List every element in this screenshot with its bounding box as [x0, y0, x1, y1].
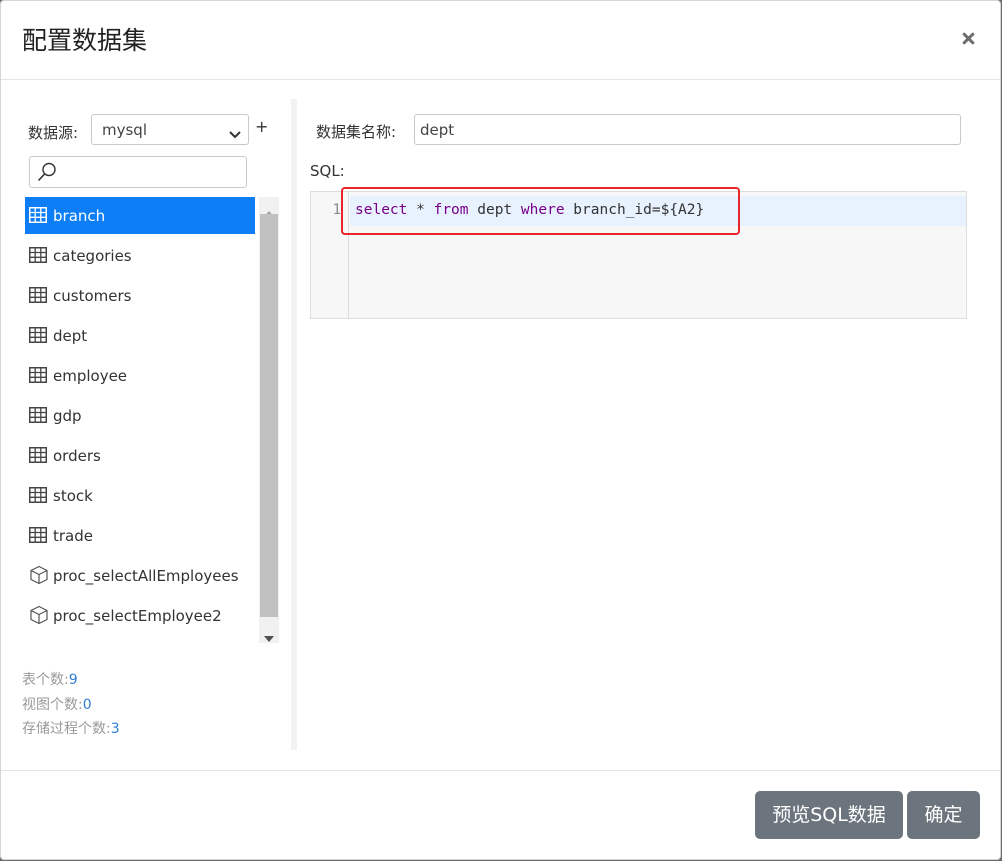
table-icon [29, 287, 47, 307]
tree-item-label: dept [53, 327, 88, 345]
table-icon [29, 447, 47, 467]
scroll-down-icon[interactable] [264, 627, 274, 646]
tree-item-label: proc_selectEmployee2 [53, 607, 222, 625]
datasource-label: 数据源: [28, 124, 79, 142]
table-icon [29, 367, 47, 387]
tree-item-trade[interactable]: trade [25, 517, 255, 554]
tree-item-label: branch [53, 207, 106, 225]
table-icon [29, 327, 47, 347]
dialog-header: 配置数据集 [1, 1, 1000, 80]
sql-label: SQL: [310, 162, 345, 180]
proc-count-value: 3 [110, 721, 120, 737]
tree-item-orders[interactable]: orders [25, 437, 255, 474]
tree-item-label: employee [53, 367, 128, 385]
tree-item-dept[interactable]: dept [25, 317, 255, 354]
tree-item-label: gdp [53, 407, 82, 425]
add-datasource-button[interactable]: + [255, 117, 268, 136]
table-count-row: 表个数:9 [22, 668, 120, 693]
panel-divider [291, 99, 297, 750]
tree-item-stock[interactable]: stock [25, 477, 255, 514]
datasource-stats: 表个数:9 视图个数:0 存储过程个数:3 [22, 668, 120, 742]
table-search-input[interactable] [29, 156, 247, 188]
dataset-name-label: 数据集名称: [316, 123, 397, 141]
table-icon [29, 247, 47, 267]
config-dataset-dialog: 配置数据集 数据源: mysql + branch categories cus [0, 0, 1001, 860]
tree-item-proc-selectallemployees[interactable]: proc_selectAllEmployees [25, 557, 255, 594]
annotation-highlight-box [341, 187, 740, 235]
preview-sql-data-button[interactable]: 预览SQL数据 [755, 791, 903, 839]
scrollbar-thumb[interactable] [260, 214, 278, 617]
datasource-select-value: mysql [102, 121, 147, 139]
dialog-title: 配置数据集 [22, 26, 148, 55]
tree-item-label: trade [53, 527, 93, 545]
table-icon [29, 407, 47, 427]
proc-count-label: 存储过程个数: [22, 721, 111, 737]
datasource-select[interactable]: mysql [91, 114, 249, 145]
cube-icon [29, 605, 49, 629]
tree-item-categories[interactable]: categories [25, 237, 255, 274]
tree-item-label: proc_selectAllEmployees [53, 567, 239, 585]
search-icon [36, 161, 58, 187]
tree-scrollbar[interactable] [259, 197, 279, 643]
tree-item-employee[interactable]: employee [25, 357, 255, 394]
tree-item-branch[interactable]: branch [25, 197, 255, 234]
tree-item-customers[interactable]: customers [25, 277, 255, 314]
tree-item-gdp[interactable]: gdp [25, 397, 255, 434]
confirm-button[interactable]: 确定 [907, 791, 980, 839]
cube-icon [29, 565, 49, 589]
view-count-value: 0 [82, 696, 92, 713]
table-count-value: 9 [68, 672, 78, 688]
tree-item-label: categories [53, 247, 132, 265]
table-icon [29, 207, 47, 227]
table-count-label: 表个数: [22, 672, 69, 688]
tree-item-proc-selectemployee2[interactable]: proc_selectEmployee2 [25, 597, 255, 634]
view-count-row: 视图个数:0 [22, 693, 120, 718]
table-icon [29, 487, 47, 507]
tree-item-label: customers [53, 287, 132, 305]
tree-item-label: orders [53, 447, 101, 465]
close-icon[interactable] [957, 27, 981, 51]
tree-item-label: stock [53, 487, 93, 505]
dataset-name-value: dept [420, 121, 455, 139]
line-number: 1 [332, 202, 341, 218]
table-icon [29, 527, 47, 547]
chevron-down-icon [228, 125, 242, 144]
proc-count-row: 存储过程个数:3 [22, 717, 120, 742]
table-tree: branch categories customers dept employe… [25, 197, 279, 643]
view-count-label: 视图个数: [22, 696, 83, 713]
dataset-name-input[interactable]: dept [414, 114, 961, 145]
